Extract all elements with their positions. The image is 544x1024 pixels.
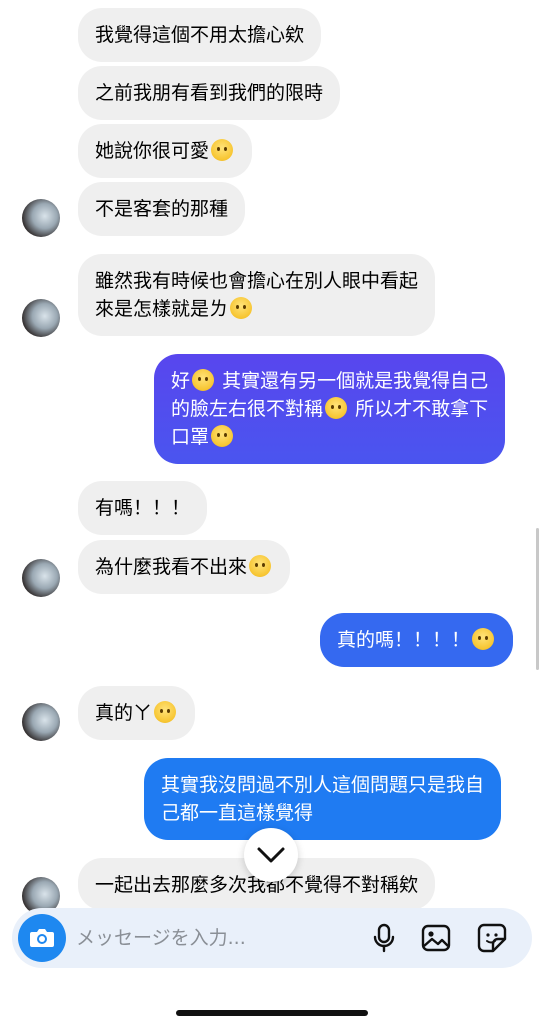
message-text: 之前我朋有看到我們的限時 [95, 82, 324, 104]
message-bubble-outgoing[interactable]: 真的嗎！！！！ [320, 613, 514, 667]
crying-smile-emoji-icon [472, 628, 495, 650]
melting-face-emoji-icon [211, 425, 234, 447]
message-text: 為什麼我看不出來 [95, 556, 248, 578]
microphone-button[interactable] [368, 922, 400, 954]
camera-icon [30, 929, 54, 947]
message-bubble-outgoing[interactable]: 好 其實還有另一個就是我覺得自己 的臉左右很不對稱 所以才不敢拿下 口罩 [154, 354, 506, 464]
message-text: 其實還有另一個就是我覺得自己 [222, 370, 489, 392]
scroll-to-bottom-button[interactable] [244, 828, 298, 882]
message-bubble-incoming[interactable]: 為什麼我看不出來 [78, 540, 291, 594]
message-text: 來是怎樣就是ㄌ [95, 298, 229, 320]
message-text: 不是客套的那種 [95, 198, 229, 220]
crying-smile-emoji-icon [325, 397, 348, 419]
message-text: 所以才不敢拿下 [355, 398, 489, 420]
message-text: 雖然我有時候也會擔心在別人眼中看起 [95, 270, 419, 292]
message-composer [12, 908, 532, 968]
message-bubble-incoming[interactable]: 雖然我有時候也會擔心在別人眼中看起 來是怎樣就是ㄌ [78, 254, 436, 336]
crying-smile-emoji-icon [249, 555, 272, 577]
avatar[interactable] [22, 299, 60, 337]
crying-smile-emoji-icon [230, 297, 253, 319]
message-text: 她說你很可愛 [95, 140, 210, 162]
message-text: 我覺得這個不用太擔心欸 [95, 24, 305, 46]
crying-smile-emoji-icon [192, 369, 215, 391]
gallery-icon [421, 924, 451, 952]
gallery-button[interactable] [420, 922, 452, 954]
message-bubble-outgoing[interactable]: 其實我沒問過不別人這個問題只是我自 己都一直這樣覺得 [144, 758, 502, 840]
message-text: 口罩 [171, 426, 210, 448]
message-text: 己都一直這樣覺得 [161, 802, 314, 824]
chevron-down-icon [257, 847, 285, 863]
message-bubble-incoming[interactable]: 她說你很可愛 [78, 124, 253, 178]
sticker-icon [477, 923, 507, 953]
avatar[interactable] [22, 559, 60, 597]
sticker-button[interactable] [476, 922, 508, 954]
message-text: 其實我沒問過不別人這個問題只是我自 [161, 774, 485, 796]
message-text: 好 [171, 370, 191, 392]
avatar[interactable] [22, 703, 60, 741]
pleading-face-emoji-icon [211, 139, 234, 161]
message-text: 真的ㄚ [95, 702, 153, 724]
message-text: 有嗎！！！ [95, 497, 191, 519]
microphone-icon [373, 923, 395, 953]
avatar[interactable] [22, 199, 60, 237]
camera-button[interactable] [18, 914, 66, 962]
message-text: 的臉左右很不對稱 [171, 398, 324, 420]
message-text: 真的嗎！！！！ [337, 629, 471, 651]
message-bubble-incoming[interactable]: 不是客套的那種 [78, 182, 246, 236]
message-input[interactable] [76, 922, 356, 954]
pleading-face-emoji-icon [154, 701, 177, 723]
message-bubble-incoming[interactable]: 有嗎！！！ [78, 481, 208, 535]
message-bubble-incoming[interactable]: 真的ㄚ [78, 686, 196, 740]
message-bubble-incoming[interactable]: 我覺得這個不用太擔心欸 [78, 8, 322, 62]
home-indicator[interactable] [176, 1010, 368, 1016]
scrollbar[interactable] [536, 528, 539, 670]
message-bubble-incoming[interactable]: 之前我朋有看到我們的限時 [78, 66, 341, 120]
